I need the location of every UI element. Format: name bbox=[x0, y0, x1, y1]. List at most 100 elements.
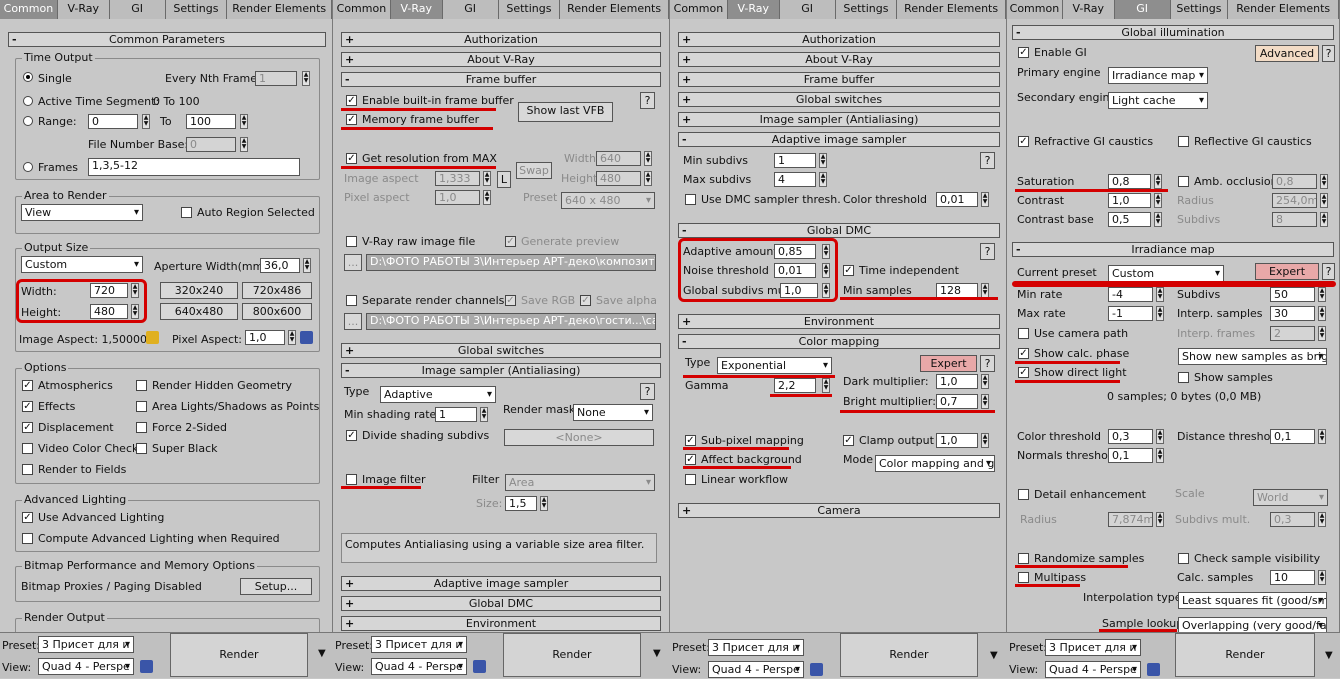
preset-dropdown[interactable]: 3 Присет для и bbox=[708, 639, 804, 656]
rollout-global-switches[interactable]: + Global switches bbox=[341, 343, 661, 358]
render-button[interactable]: Render bbox=[503, 633, 641, 677]
spinner-arrows[interactable]: ▲ ▼ bbox=[240, 114, 248, 129]
spinner-arrows[interactable]: ▲ ▼ bbox=[1318, 570, 1326, 585]
image-filter-checkbox[interactable] bbox=[346, 474, 357, 485]
spinner-arrows[interactable]: ▲ ▼ bbox=[981, 283, 989, 298]
none-button[interactable]: <None> bbox=[504, 429, 654, 446]
rollout-about[interactable]: + About V-Ray bbox=[341, 52, 661, 67]
pixel-aspect-input[interactable]: 1,0 bbox=[435, 190, 480, 205]
setup-button[interactable]: Setup... bbox=[240, 578, 312, 595]
area-lights-checkbox[interactable] bbox=[136, 401, 147, 412]
rollout-authorization[interactable]: + Authorization bbox=[341, 32, 661, 47]
spinner-arrows[interactable]: ▲ ▼ bbox=[1320, 193, 1328, 208]
spinner-arrows[interactable]: ▲ ▼ bbox=[1318, 326, 1326, 341]
separate-channels-checkbox[interactable] bbox=[346, 295, 357, 306]
reflective-caustics-checkbox[interactable] bbox=[1178, 136, 1189, 147]
spinner-arrows[interactable]: ▲ ▼ bbox=[1156, 306, 1164, 321]
lock-icon[interactable] bbox=[146, 331, 159, 344]
spinner-arrows[interactable]: ▲ ▼ bbox=[1320, 212, 1328, 227]
range-radio[interactable] bbox=[23, 116, 33, 126]
tab-vray[interactable]: V-Ray bbox=[57, 0, 110, 19]
atmospherics-checkbox[interactable]: ✓ bbox=[22, 380, 33, 391]
spinner-arrows[interactable]: ▲ ▼ bbox=[483, 171, 491, 186]
spinner-arrows[interactable]: ▲ ▼ bbox=[1318, 512, 1326, 527]
rollout-environment[interactable]: + Environment bbox=[678, 314, 1000, 329]
spinner-arrows[interactable]: ▲ ▼ bbox=[1318, 287, 1326, 302]
rollout-global-switches[interactable]: + Global switches bbox=[678, 92, 1000, 107]
spinner-arrows[interactable]: ▲ ▼ bbox=[303, 258, 311, 273]
tab-vray[interactable]: V-Ray bbox=[390, 0, 443, 19]
enable-gi-checkbox[interactable]: ✓ bbox=[1018, 47, 1029, 58]
interp-type-dropdown[interactable]: Least squares fit (good/smo bbox=[1178, 592, 1327, 609]
tab-render-elements[interactable]: Render Elements bbox=[897, 0, 1006, 19]
rollout-global-dmc[interactable]: + Global DMC bbox=[341, 596, 661, 611]
current-preset-dropdown[interactable]: Custom bbox=[1108, 265, 1224, 282]
rollout-irradiance-map[interactable]: - Irradiance map bbox=[1012, 242, 1334, 257]
aperture-input[interactable]: 36,0 bbox=[260, 258, 300, 273]
use-camera-path-checkbox[interactable] bbox=[1018, 328, 1029, 339]
tab-render-elements[interactable]: Render Elements bbox=[227, 0, 332, 19]
rollout-common-parameters[interactable]: - Common Parameters bbox=[8, 32, 326, 47]
rollout-environment[interactable]: + Environment bbox=[341, 616, 661, 631]
randomize-samples-checkbox[interactable] bbox=[1018, 553, 1029, 564]
tab-gi[interactable]: GI bbox=[109, 0, 166, 19]
active-segment-radio[interactable] bbox=[23, 96, 33, 106]
tab-common[interactable]: Common bbox=[333, 0, 391, 19]
view-dropdown[interactable]: Quad 4 - Perspe bbox=[708, 661, 804, 678]
tab-settings[interactable]: Settings bbox=[165, 0, 228, 19]
view-dropdown[interactable]: Quad 4 - Perspe bbox=[38, 658, 134, 675]
spinner-arrows[interactable]: ▲ ▼ bbox=[981, 374, 989, 389]
spinner-arrows[interactable]: ▲ ▼ bbox=[822, 378, 830, 393]
displacement-checkbox[interactable]: ✓ bbox=[22, 422, 33, 433]
mode-dropdown[interactable]: Color mapping and g bbox=[875, 455, 995, 472]
image-aspect-input[interactable]: 1,333 bbox=[435, 171, 480, 186]
filter-size-input[interactable]: 1,5 bbox=[505, 496, 537, 511]
lock-icon[interactable] bbox=[140, 660, 153, 673]
effects-checkbox[interactable]: ✓ bbox=[22, 401, 33, 412]
contrast-input[interactable]: 1,0 bbox=[1108, 193, 1151, 208]
render-to-fields-checkbox[interactable] bbox=[22, 464, 33, 475]
tab-settings[interactable]: Settings bbox=[498, 0, 561, 19]
help-button[interactable]: ? bbox=[640, 383, 655, 400]
help-button[interactable]: ? bbox=[980, 152, 995, 169]
gamma-input[interactable]: 2,2 bbox=[774, 378, 816, 393]
linear-workflow-checkbox[interactable] bbox=[685, 474, 696, 485]
spinner-arrows[interactable]: ▲ ▼ bbox=[483, 190, 491, 205]
lock-aspect-button[interactable]: L bbox=[497, 171, 511, 188]
spinner-arrows[interactable]: ▲ ▼ bbox=[644, 171, 652, 186]
rollout-frame-buffer[interactable]: - Frame buffer bbox=[341, 72, 661, 87]
tab-vray[interactable]: V-Ray bbox=[727, 0, 780, 19]
help-button[interactable]: ? bbox=[1322, 45, 1335, 62]
min-subdivs-input[interactable]: 1 bbox=[774, 153, 816, 168]
single-radio[interactable] bbox=[23, 72, 33, 82]
color-mapping-type-dropdown[interactable]: Exponential bbox=[717, 357, 832, 374]
preset-320x240-button[interactable]: 320x240 bbox=[160, 282, 238, 299]
enable-fb-checkbox[interactable]: ✓ bbox=[346, 95, 357, 106]
max-subdivs-input[interactable]: 4 bbox=[774, 172, 816, 187]
spinner-arrows[interactable]: ▲ ▼ bbox=[480, 407, 488, 422]
spinner-arrows[interactable]: ▲ ▼ bbox=[1318, 306, 1326, 321]
chevron-down-icon[interactable]: ▼ bbox=[318, 648, 326, 659]
use-dmc-checkbox[interactable] bbox=[685, 194, 696, 205]
saturation-input[interactable]: 0,8 bbox=[1108, 174, 1151, 189]
dark-mult-input[interactable]: 1,0 bbox=[936, 374, 978, 389]
spinner-arrows[interactable]: ▲ ▼ bbox=[540, 496, 548, 511]
expert-button[interactable]: Expert bbox=[920, 355, 977, 372]
height-input[interactable]: 480 bbox=[596, 171, 641, 186]
area-dropdown[interactable]: View bbox=[21, 204, 143, 221]
rollout-global-dmc[interactable]: - Global DMC bbox=[678, 223, 1000, 238]
subpixel-checkbox[interactable]: ✓ bbox=[685, 435, 696, 446]
rollout-camera[interactable]: + Camera bbox=[678, 503, 1000, 518]
divide-subdivs-checkbox[interactable]: ✓ bbox=[346, 430, 357, 441]
filter-dropdown[interactable]: Area bbox=[505, 474, 655, 491]
tab-settings[interactable]: Settings bbox=[835, 0, 898, 19]
save-alpha-checkbox[interactable]: ✓ bbox=[580, 295, 591, 306]
spinner-arrows[interactable]: ▲ ▼ bbox=[981, 192, 989, 207]
render-button[interactable]: Render bbox=[1175, 633, 1315, 677]
radius-input[interactable]: 254,0mm bbox=[1272, 193, 1317, 208]
amb-occlusion-checkbox[interactable] bbox=[1178, 176, 1189, 187]
spinner-arrows[interactable]: ▲ ▼ bbox=[1318, 429, 1326, 444]
bright-mult-input[interactable]: 0,7 bbox=[936, 394, 978, 409]
help-button[interactable]: ? bbox=[1322, 263, 1335, 280]
max-rate-input[interactable]: -1 bbox=[1108, 306, 1153, 321]
